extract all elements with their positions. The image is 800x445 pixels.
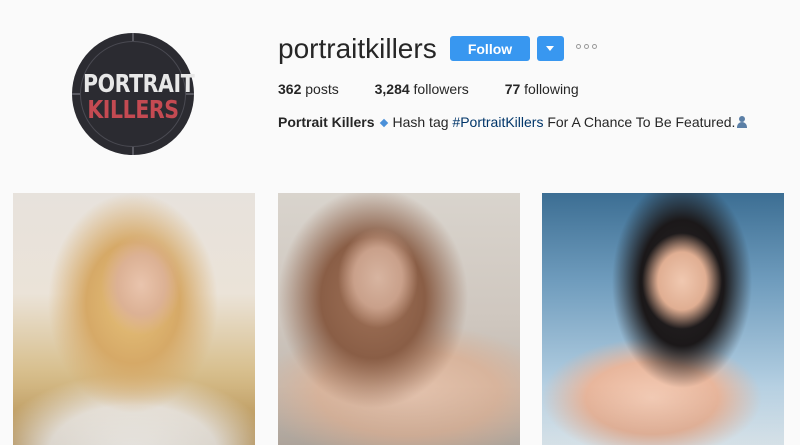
bio-text-after: For A Chance To Be Featured. — [543, 114, 736, 130]
posts-count: 362 — [278, 81, 302, 97]
followers-label: followers — [413, 81, 469, 97]
posts-stat: 362 posts — [278, 80, 339, 98]
post-thumbnail[interactable] — [13, 193, 255, 445]
profile-avatar[interactable]: PORTRAIT KILLERS — [72, 33, 195, 155]
suggestions-dropdown-button[interactable] — [537, 36, 564, 61]
avatar-crosshair-tick — [132, 147, 134, 155]
post-thumbnail[interactable] — [278, 193, 520, 445]
profile-bio: Portrait Killers Hash tag #PortraitKiller… — [278, 113, 748, 131]
diamond-icon — [380, 118, 389, 128]
post-thumbnail[interactable] — [542, 193, 784, 445]
more-options-icon — [592, 44, 597, 49]
followers-count: 3,284 — [374, 81, 410, 97]
profile-username: portraitkillers — [278, 33, 437, 64]
following-count: 77 — [504, 81, 521, 97]
following-stat[interactable]: 77 following — [505, 80, 579, 98]
avatar-crosshair-tick — [72, 93, 80, 95]
avatar-crosshair-tick — [132, 33, 134, 41]
followers-stat[interactable]: 3,284 followers — [375, 80, 469, 98]
photo-shade — [542, 385, 784, 445]
more-options-icon — [584, 44, 589, 49]
more-options-icon — [576, 44, 581, 49]
avatar-logo-line-2: KILLERS — [87, 95, 179, 124]
profile-stats: 362 posts 3,284 followers 77 following — [278, 80, 611, 98]
more-options-button[interactable] — [576, 40, 600, 56]
follow-button[interactable]: Follow — [450, 36, 530, 61]
profile-full-name: Portrait Killers — [278, 114, 375, 130]
bio-hashtag-link[interactable]: #PortraitKillers — [452, 114, 543, 130]
chevron-down-icon — [546, 46, 554, 51]
avatar-logo-line-1: PORTRAIT — [82, 69, 195, 98]
following-label: following — [524, 81, 579, 97]
photo-shade — [13, 385, 255, 445]
posts-label: posts — [305, 81, 339, 97]
person-icon — [736, 116, 748, 128]
photo-shade — [278, 385, 520, 445]
bio-text-before: Hash tag — [392, 114, 453, 130]
profile-page: PORTRAIT KILLERS portraitkillers Follow … — [0, 0, 800, 445]
